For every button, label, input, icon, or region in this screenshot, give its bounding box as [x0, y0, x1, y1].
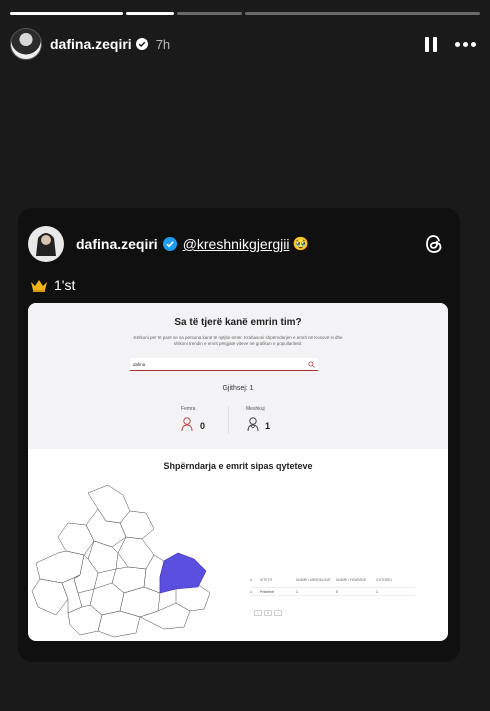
map-title: Shpërndarja e emrit sipas qyteteve — [163, 461, 313, 471]
page-description: Kërkoni për të parë se sa persona kanë t… — [133, 335, 343, 346]
verified-icon — [162, 237, 177, 251]
table-cell: Prishtinë — [260, 589, 274, 594]
pause-button[interactable] — [425, 36, 437, 52]
results-table: # VITETIT NUMRI I MESHKUJVE NUMRI I FEMR… — [250, 577, 415, 596]
threads-logo-icon[interactable] — [422, 232, 446, 256]
male-icon — [247, 417, 259, 432]
post-emoji: 🥹 — [292, 236, 309, 251]
story-username[interactable]: dafina.zeqiri — [50, 36, 132, 52]
post-caption: 1'st — [54, 277, 76, 293]
table-header-cell: VITETIT — [260, 578, 273, 582]
story-progress — [10, 12, 480, 15]
mention-link[interactable]: @kreshnikgjergjii — [183, 236, 290, 252]
divider — [228, 406, 229, 434]
table-cell: 1 — [376, 589, 378, 594]
avatar[interactable] — [10, 28, 42, 60]
search-input[interactable]: dafina — [130, 358, 318, 371]
female-icon — [181, 417, 193, 432]
table-header-cell: NUMRI I MESHKUJVE — [296, 578, 331, 582]
total-count: Gjithsej: 1 — [222, 385, 254, 392]
shared-threads-post[interactable]: dafina.zeqiri @kreshnikgjergjii 🥹 1'st S… — [18, 208, 460, 662]
crown-icon — [31, 280, 47, 292]
female-count: 0 — [200, 421, 206, 431]
pause-icon — [425, 36, 429, 52]
post-username[interactable]: dafina.zeqiri — [76, 236, 158, 252]
post-header: dafina.zeqiri @kreshnikgjergjii 🥹 — [28, 224, 446, 264]
prev-page-button[interactable]: ‹ — [254, 610, 262, 616]
avatar[interactable] — [28, 226, 64, 262]
male-label: Meshkuj — [246, 406, 265, 412]
dot-icon — [471, 41, 476, 47]
post-image[interactable]: Sa të tjerë kanë emrin tim? Kërkoni për … — [28, 303, 448, 641]
table-cell: 1 — [250, 589, 252, 594]
pause-icon — [433, 36, 437, 52]
verified-icon — [135, 38, 148, 50]
table-header: # VITETIT NUMRI I MESHKUJVE NUMRI I FEMR… — [250, 577, 415, 583]
table-cell: 1 — [296, 589, 298, 594]
progress-segment — [126, 12, 174, 15]
dot-icon — [463, 41, 468, 47]
male-count: 1 — [265, 421, 271, 431]
progress-segment — [10, 12, 123, 15]
progress-segment — [177, 12, 242, 15]
table-row: 1 Prishtinë 1 0 1 — [250, 587, 415, 596]
page-title: Sa të tjerë kanë emrin tim? — [174, 317, 302, 328]
more-options-button[interactable] — [455, 41, 476, 47]
post-text: 1'st — [30, 277, 75, 293]
progress-segment — [245, 12, 480, 15]
kosovo-map[interactable] — [28, 483, 243, 641]
search-icon[interactable] — [308, 361, 315, 368]
table-header-cell: GJITHSEJ — [376, 578, 393, 582]
page-button[interactable]: 1 — [264, 610, 272, 616]
pagination: ‹ 1 › — [254, 610, 282, 616]
dot-icon — [455, 41, 460, 47]
table-cell: 0 — [336, 589, 338, 594]
table-header-cell: NUMRI I FEMRAVE — [336, 578, 367, 582]
story-header: dafina.zeqiri 7h — [10, 26, 476, 62]
female-label: Femra — [181, 406, 196, 412]
next-page-button[interactable]: › — [274, 610, 282, 616]
story-time: 7h — [155, 36, 171, 52]
table-header-cell: # — [250, 578, 252, 582]
